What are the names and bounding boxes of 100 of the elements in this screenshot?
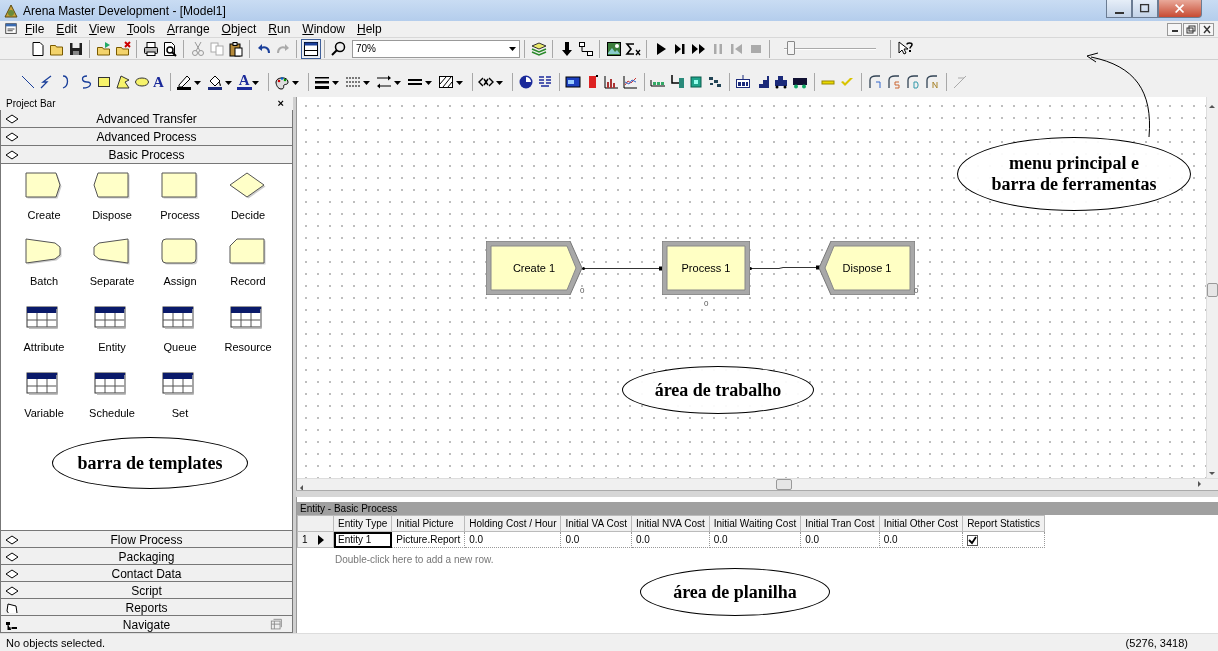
sigma-icon[interactable] — [624, 40, 641, 57]
process-module-icon[interactable] — [161, 172, 199, 200]
create-module-icon[interactable] — [25, 172, 63, 200]
line-icon[interactable] — [19, 73, 36, 90]
document-restore-button[interactable] — [1183, 22, 1198, 36]
module-label: Dispose — [92, 208, 132, 223]
folder-arrow-icon[interactable] — [95, 40, 112, 57]
scrollbar-thumb[interactable] — [776, 479, 792, 490]
station-icon[interactable] — [688, 73, 705, 90]
plot-icon[interactable] — [622, 73, 639, 90]
window-layout-icon[interactable] — [302, 40, 319, 57]
panel-header[interactable]: Advanced Transfer — [0, 110, 293, 128]
curve-path-icon[interactable] — [924, 73, 941, 90]
scrollbar-thumb[interactable] — [1207, 283, 1218, 297]
minimize-icon — [1114, 11, 1124, 14]
menu-item[interactable]: Arrange — [160, 21, 216, 37]
menu-item[interactable]: Run — [262, 21, 297, 37]
module-label: Assign — [163, 274, 197, 289]
window-title: Arena Master Development - [Model1] — [23, 2, 226, 20]
close-button[interactable]: × — [274, 98, 287, 109]
seize-area-icon[interactable] — [735, 73, 752, 90]
panel-header[interactable]: Advanced Process — [0, 128, 293, 146]
document-close-button[interactable] — [1199, 22, 1214, 36]
panel-header[interactable]: Basic Process — [0, 146, 293, 164]
assign-module-icon[interactable] — [161, 238, 199, 266]
horizontal-scrollbar[interactable] — [297, 478, 1218, 490]
folder-cross-icon[interactable] — [114, 40, 131, 57]
line-color-icon[interactable] — [176, 73, 193, 90]
maximize-button[interactable] — [1132, 0, 1158, 18]
entity-count: 0 — [580, 285, 585, 297]
module-label: Variable — [24, 406, 64, 421]
menu-item[interactable]: Tools — [120, 21, 161, 37]
zoom-combo[interactable]: 70% — [352, 39, 520, 58]
fill-pattern-icon[interactable] — [438, 73, 455, 90]
variable-icon[interactable] — [565, 73, 582, 90]
grid-page-icon[interactable] — [270, 618, 284, 632]
decide-module-icon[interactable] — [229, 172, 267, 200]
module-label: Record — [230, 274, 266, 289]
text-tool-button[interactable]: A — [151, 73, 166, 90]
module-label: Entity — [98, 340, 126, 355]
record-module-icon[interactable] — [229, 238, 267, 266]
table-cell[interactable]: Picture.Report — [391, 531, 465, 548]
module-label: Separate — [89, 274, 135, 289]
zoom-icon[interactable] — [330, 40, 347, 57]
close-button[interactable] — [1158, 0, 1202, 18]
picture-icon[interactable] — [605, 40, 622, 57]
panel-header[interactable]: Flow Process — [0, 531, 293, 548]
dispose-module-icon[interactable] — [93, 172, 131, 200]
panel-header[interactable]: Navigate — [0, 616, 293, 633]
clock-icon[interactable] — [518, 73, 535, 90]
curve-path-icon[interactable] — [905, 73, 922, 90]
menu-item[interactable]: Object — [215, 21, 263, 37]
clipboard-icon[interactable] — [227, 40, 244, 57]
panel-header[interactable]: Contact Data — [0, 565, 293, 582]
panel-title: Project Bar — [6, 97, 56, 110]
new-file-icon[interactable] — [29, 40, 46, 57]
fill-color-icon[interactable] — [207, 73, 224, 90]
module-label: Create — [27, 208, 61, 223]
connector-line[interactable] — [749, 265, 821, 273]
document-minimize-button[interactable] — [1167, 22, 1182, 36]
vertical-scrollbar[interactable] — [1206, 97, 1218, 478]
table-cell: 0.0 — [709, 531, 801, 548]
route-icon[interactable] — [669, 73, 686, 90]
slider-thumb[interactable] — [786, 40, 795, 55]
table-cell[interactable]: Entity 1 — [333, 531, 392, 548]
menu-item[interactable]: File — [19, 21, 51, 37]
separate-module-icon[interactable] — [93, 238, 131, 266]
add-row-hint[interactable]: Double-click here to add a new row. — [335, 554, 494, 565]
connector-line[interactable] — [582, 265, 664, 273]
panel-header[interactable]: Script — [0, 582, 293, 599]
speed-slider[interactable] — [784, 39, 876, 58]
menu-item[interactable]: Help — [351, 21, 388, 37]
polygon-icon[interactable] — [114, 73, 131, 90]
transporter-icon[interactable] — [773, 73, 790, 90]
entity-count: 0 — [704, 298, 709, 310]
checkbox[interactable] — [967, 534, 979, 546]
menu-item[interactable]: Window — [296, 21, 351, 37]
curve-path-icon[interactable] — [867, 73, 884, 90]
column-header: Initial VA Cost — [561, 515, 632, 532]
help-pointer-icon[interactable] — [896, 40, 913, 57]
print-preview-icon[interactable] — [161, 40, 178, 57]
scroll-right-icon[interactable] — [1195, 479, 1204, 489]
layers-icon[interactable] — [530, 40, 547, 57]
arrow-style-icon[interactable] — [376, 73, 393, 90]
panel-header[interactable]: Packaging — [0, 548, 293, 565]
dispose-node[interactable]: Dispose 1 — [819, 241, 915, 295]
menu-item[interactable]: Edit — [50, 21, 84, 37]
batch-module-icon[interactable] — [25, 238, 63, 266]
font-color-button[interactable]: A — [236, 73, 252, 90]
table-cell: 0.0 — [561, 531, 632, 548]
connector-icon[interactable] — [577, 40, 594, 57]
diamond-icon — [5, 569, 19, 579]
save-icon[interactable] — [67, 40, 84, 57]
process-node[interactable]: Process 1 — [662, 241, 750, 295]
panel-header[interactable]: Reports — [0, 599, 293, 616]
histogram-icon[interactable] — [603, 73, 620, 90]
printer-icon[interactable] — [142, 40, 159, 57]
minimize-button[interactable] — [1106, 0, 1132, 18]
curve-path-icon[interactable] — [886, 73, 903, 90]
menu-item[interactable]: View — [83, 21, 121, 37]
